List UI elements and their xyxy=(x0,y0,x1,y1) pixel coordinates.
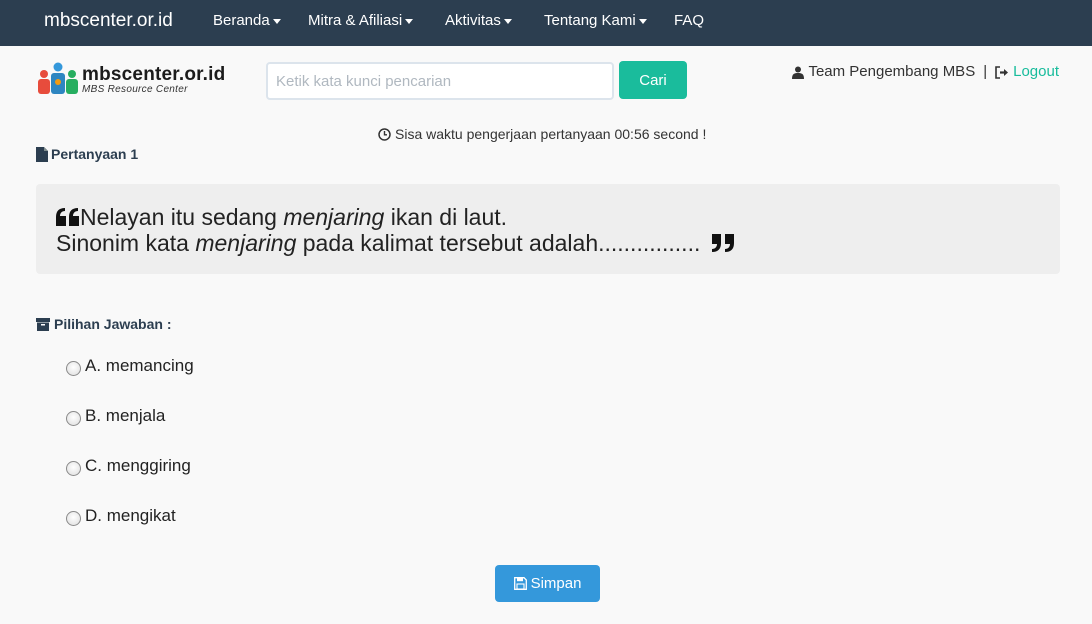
answer-option-a[interactable]: A. memancing xyxy=(66,355,194,376)
logo-title: mbscenter.or.id xyxy=(82,64,226,85)
question-text: Nelayan itu sedang menjaring ikan di lau… xyxy=(56,204,735,256)
caret-down-icon xyxy=(405,18,414,24)
user-area: Team Pengembang MBS | Logout xyxy=(792,63,1059,81)
question-blockquote: Nelayan itu sedang menjaring ikan di lau… xyxy=(36,184,1060,274)
save-button[interactable]: Simpan xyxy=(495,565,600,602)
search-input[interactable] xyxy=(266,62,614,100)
separator: | xyxy=(983,63,988,80)
site-logo[interactable]: mbscenter.or.id MBS Resource Center xyxy=(36,62,246,98)
nav-item-faq[interactable]: FAQ xyxy=(674,12,704,30)
top-navbar: mbscenter.or.id Beranda Mitra & Afiliasi… xyxy=(0,0,1092,46)
quote-left-icon xyxy=(56,208,79,226)
navbar-brand[interactable]: mbscenter.or.id xyxy=(44,9,173,33)
user-name[interactable]: Team Pengembang MBS xyxy=(808,63,975,81)
quote-right-icon xyxy=(711,234,734,252)
nav-item-tentang-kami[interactable]: Tentang Kami xyxy=(544,12,647,30)
caret-down-icon xyxy=(503,18,512,24)
nav-item-aktivitas[interactable]: Aktivitas xyxy=(445,12,512,30)
file-icon xyxy=(36,146,48,162)
archive-icon xyxy=(36,317,50,331)
caret-down-icon xyxy=(272,18,281,24)
radio-button[interactable] xyxy=(66,361,81,376)
people-logo-icon xyxy=(38,62,78,94)
sign-out-icon xyxy=(995,65,1009,79)
clock-icon xyxy=(378,128,391,141)
answer-option-d[interactable]: D. mengikat xyxy=(66,505,176,526)
floppy-disk-icon xyxy=(513,577,527,590)
radio-button[interactable] xyxy=(66,511,81,526)
search-button[interactable]: Cari xyxy=(619,61,687,99)
nav-item-beranda[interactable]: Beranda xyxy=(213,12,281,30)
caret-down-icon xyxy=(638,18,647,24)
answer-option-c[interactable]: C. menggiring xyxy=(66,455,191,476)
answer-option-b[interactable]: B. menjala xyxy=(66,405,165,426)
question-label: Pertanyaan 1 xyxy=(36,146,138,162)
radio-button[interactable] xyxy=(66,461,81,476)
user-icon xyxy=(792,66,805,79)
nav-item-mitra-afiliasi[interactable]: Mitra & Afiliasi xyxy=(308,12,414,30)
answers-label: Pilihan Jawaban : xyxy=(36,316,171,332)
logout-link[interactable]: Logout xyxy=(1013,63,1059,81)
logo-subtitle: MBS Resource Center xyxy=(82,84,188,95)
countdown-timer: Sisa waktu pengerjaan pertanyaan 00:56 s… xyxy=(378,126,706,143)
timer-text: Sisa waktu pengerjaan pertanyaan 00:56 s… xyxy=(395,126,707,142)
radio-button[interactable] xyxy=(66,411,81,426)
